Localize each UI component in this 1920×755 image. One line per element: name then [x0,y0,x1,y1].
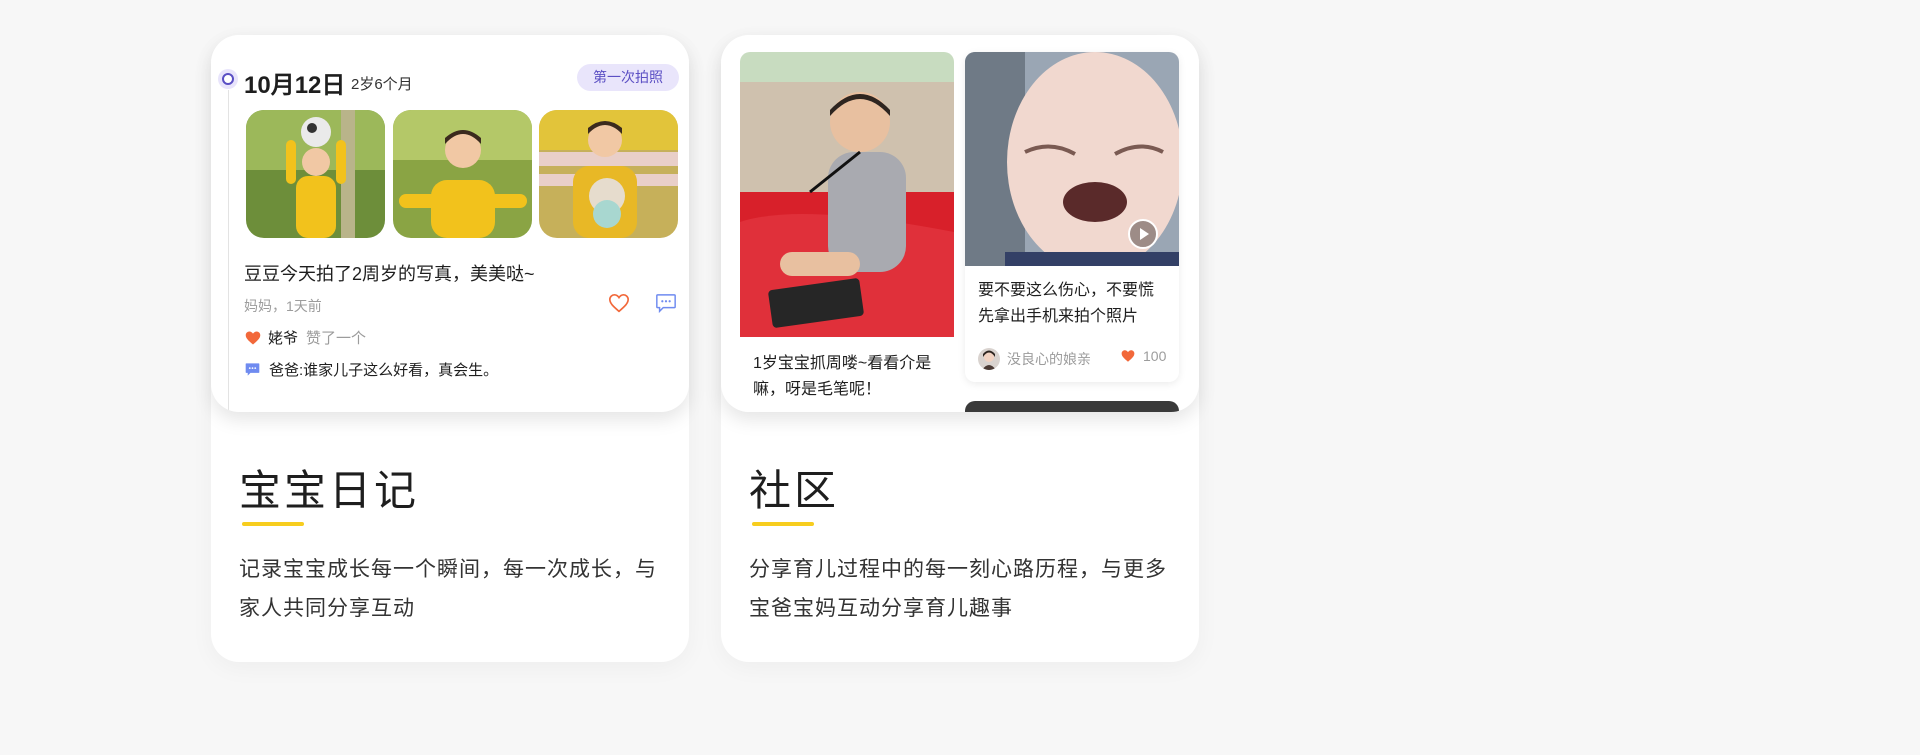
diary-card[interactable]: 10月12日 2岁6个月 第一次拍照 豆豆今天拍了2周岁的写真，美美哒~ 妈妈，… [211,35,689,662]
author-name: 没良心的娘亲 [1007,351,1091,367]
community-preview: 1岁宝宝抓周喽~看看介是嘛，呀是毛笔呢！ 要不要这么伤心，不要慌先拿出手机来拍个… [721,35,1199,412]
diary-photo[interactable] [246,110,385,238]
diary-photo[interactable] [393,110,532,238]
title-underline [242,522,304,526]
heart-icon[interactable] [608,293,630,313]
liker-name: 姥爷 [268,330,299,347]
milestone-badge[interactable]: 第一次拍照 [577,64,679,91]
card-description: 分享育儿过程中的每一刻心路历程，与更多宝爸宝妈互动分享育儿趣事 [749,557,1167,620]
liked-label: 赞了一个 [306,330,367,347]
diary-post-meta: 妈妈，1天前 [244,298,322,314]
comment-row: 爸爸:谁家儿子这么好看，真会生。 [244,359,498,380]
heart-icon [1121,350,1135,362]
card-title: 社区 [749,466,840,515]
post-caption: 1岁宝宝抓周喽~看看介是嘛，呀是毛笔呢！ [753,355,932,398]
comment-icon [245,363,260,376]
play-icon[interactable] [1127,218,1159,250]
diary-post-text: 豆豆今天拍了2周岁的写真，美美哒~ [244,264,535,284]
timeline-dot-icon [218,69,238,89]
card-description: 记录宝宝成长每一个瞬间，每一次成长，与家人共同分享互动 [239,557,657,620]
like-row: 姥爷 赞了一个 [244,327,366,348]
timeline-line [228,90,229,412]
post-image [965,52,1179,266]
post-caption: 要不要这么伤心，不要慌先拿出手机来拍个照片 [978,282,1155,325]
card-title: 宝宝日记 [239,466,420,515]
likes-count: 100 [1143,348,1167,364]
post-image [740,52,954,337]
post-likes[interactable]: 100 [1120,348,1166,364]
community-post-partial[interactable] [965,401,1179,412]
diary-preview: 10月12日 2岁6个月 第一次拍照 豆豆今天拍了2周岁的写真，美美哒~ 妈妈，… [211,35,689,412]
post-author[interactable]: 没良心的娘亲 [978,348,1091,370]
comment-text: 爸爸:谁家儿子这么好看，真会生。 [269,362,499,379]
comment-icon[interactable] [655,293,677,314]
community-post[interactable]: 要不要这么伤心，不要慌先拿出手机来拍个照片 没良心的娘亲 100 [965,52,1179,382]
diary-photo[interactable] [539,110,678,238]
diary-date: 10月12日 [244,72,346,99]
avatar [978,348,1000,370]
community-post[interactable]: 1岁宝宝抓周喽~看看介是嘛，呀是毛笔呢！ [740,52,954,412]
title-underline [752,522,814,526]
diary-age: 2岁6个月 [351,76,413,93]
community-card[interactable]: 1岁宝宝抓周喽~看看介是嘛，呀是毛笔呢！ 要不要这么伤心，不要慌先拿出手机来拍个… [721,35,1199,662]
heart-icon [245,330,261,345]
